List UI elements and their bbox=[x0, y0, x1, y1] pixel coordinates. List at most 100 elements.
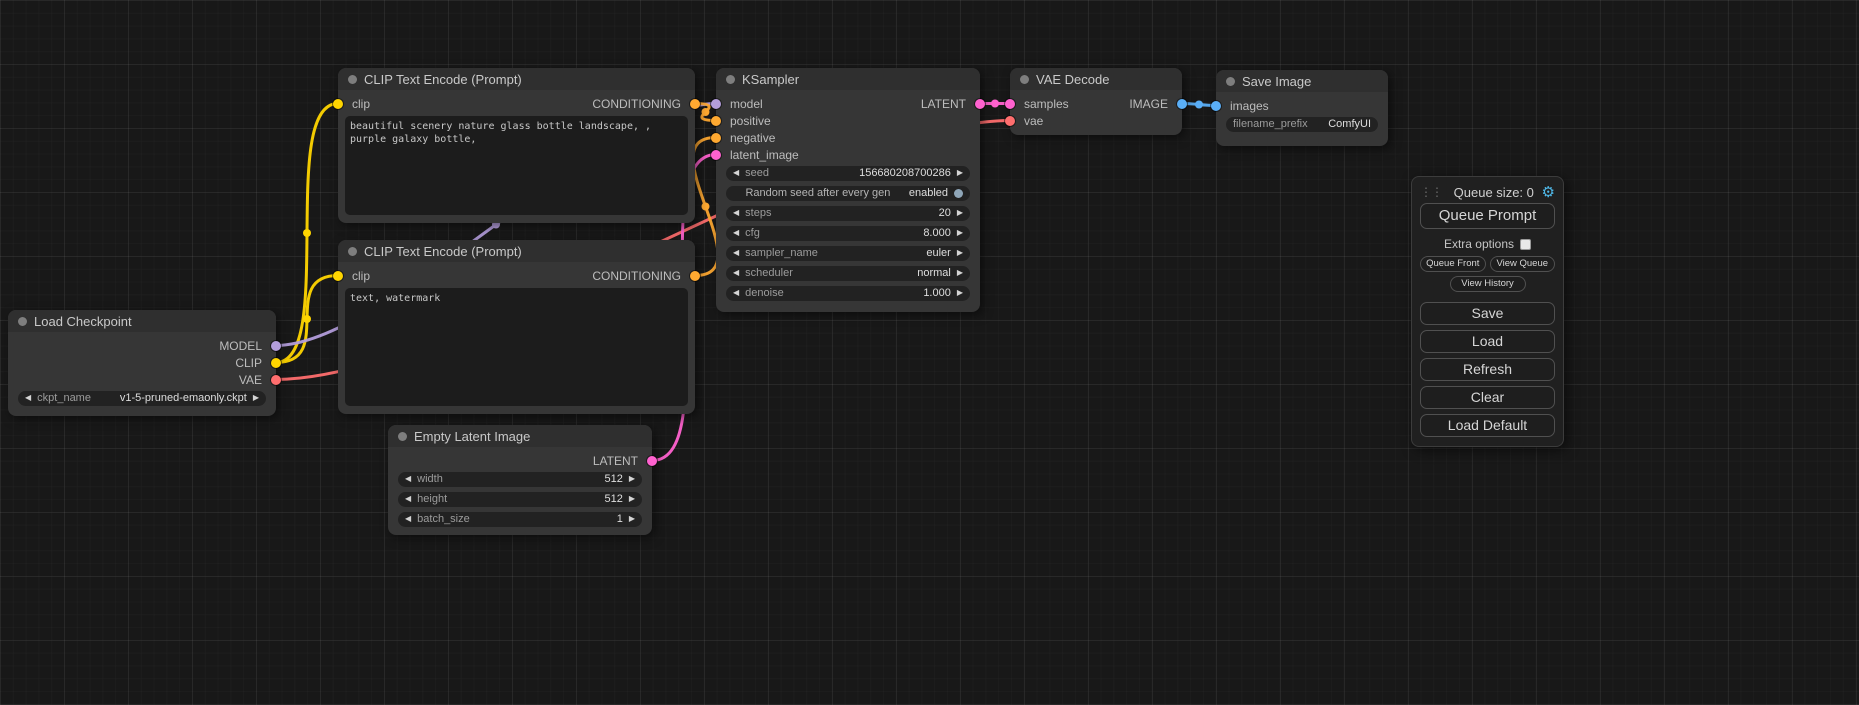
node-title-bar[interactable]: VAE Decode bbox=[1010, 68, 1182, 90]
increment-arrow[interactable]: ▶ bbox=[957, 209, 963, 217]
increment-arrow[interactable]: ▶ bbox=[957, 249, 963, 257]
decrement-arrow[interactable]: ◀ bbox=[733, 209, 739, 217]
output-label-vae: VAE bbox=[239, 373, 262, 387]
extra-options-checkbox[interactable] bbox=[1520, 239, 1531, 250]
input-port-samples[interactable] bbox=[1005, 99, 1015, 109]
widget-denoise[interactable]: ◀ denoise 1.000 ▶ bbox=[726, 286, 970, 301]
widget-value: enabled bbox=[909, 187, 948, 199]
node-title-bar[interactable]: CLIP Text Encode (Prompt) bbox=[338, 68, 695, 90]
widget-sampler-name[interactable]: ◀ sampler_name euler ▶ bbox=[726, 246, 970, 261]
output-port-latent[interactable] bbox=[647, 456, 657, 466]
node-title-bar[interactable]: Save Image bbox=[1216, 70, 1388, 92]
decrement-arrow[interactable]: ◀ bbox=[733, 249, 739, 257]
output-label-latent: LATENT bbox=[921, 97, 966, 111]
output-port-latent[interactable] bbox=[975, 99, 985, 109]
decrement-arrow[interactable]: ◀ bbox=[405, 515, 411, 523]
decrement-arrow[interactable]: ◀ bbox=[733, 289, 739, 297]
input-port-clip[interactable] bbox=[333, 99, 343, 109]
decrement-arrow[interactable]: ◀ bbox=[405, 475, 411, 483]
output-port-conditioning[interactable] bbox=[690, 271, 700, 281]
node-title: CLIP Text Encode (Prompt) bbox=[364, 72, 522, 87]
prompt-textarea[interactable]: beautiful scenery nature glass bottle la… bbox=[345, 116, 688, 215]
node-title-bar[interactable]: KSampler bbox=[716, 68, 980, 90]
input-port-negative[interactable] bbox=[711, 133, 721, 143]
prompt-textarea[interactable]: text, watermark bbox=[345, 288, 688, 406]
input-port-clip[interactable] bbox=[333, 271, 343, 281]
decrement-arrow[interactable]: ◀ bbox=[733, 229, 739, 237]
node-ksampler[interactable]: KSampler model LATENT positive negative … bbox=[716, 68, 980, 312]
refresh-button[interactable]: Refresh bbox=[1420, 358, 1555, 381]
decrement-arrow[interactable]: ◀ bbox=[733, 169, 739, 177]
collapse-dot[interactable] bbox=[348, 75, 357, 84]
input-port-model[interactable] bbox=[711, 99, 721, 109]
increment-arrow[interactable]: ▶ bbox=[253, 394, 259, 402]
collapse-dot[interactable] bbox=[398, 432, 407, 441]
view-queue-button[interactable]: View Queue bbox=[1490, 256, 1556, 272]
widget-seed[interactable]: ◀ seed 156680208700286 ▶ bbox=[726, 166, 970, 181]
decrement-arrow[interactable]: ◀ bbox=[405, 495, 411, 503]
view-history-button[interactable]: View History bbox=[1450, 276, 1526, 292]
increment-arrow[interactable]: ▶ bbox=[957, 289, 963, 297]
input-port-images[interactable] bbox=[1211, 101, 1221, 111]
clear-button[interactable]: Clear bbox=[1420, 386, 1555, 409]
widget-random-seed-toggle[interactable]: Random seed after every gen enabled bbox=[726, 186, 970, 201]
load-button[interactable]: Load bbox=[1420, 330, 1555, 353]
increment-arrow[interactable]: ▶ bbox=[629, 515, 635, 523]
widget-ckpt-name[interactable]: ◀ ckpt_name v1-5-pruned-emaonly.ckpt ▶ bbox=[18, 391, 266, 406]
increment-arrow[interactable]: ▶ bbox=[629, 475, 635, 483]
output-port-clip[interactable] bbox=[271, 358, 281, 368]
increment-arrow[interactable]: ▶ bbox=[957, 169, 963, 177]
input-port-vae[interactable] bbox=[1005, 116, 1015, 126]
input-port-positive[interactable] bbox=[711, 116, 721, 126]
node-clip-text-encode-negative[interactable]: CLIP Text Encode (Prompt) clip CONDITION… bbox=[338, 240, 695, 414]
node-title-bar[interactable]: Empty Latent Image bbox=[388, 425, 652, 447]
increment-arrow[interactable]: ▶ bbox=[957, 229, 963, 237]
output-label-model: MODEL bbox=[219, 339, 262, 353]
settings-gear-icon[interactable]: ⚙ bbox=[1542, 185, 1555, 200]
input-port-latent-image[interactable] bbox=[711, 150, 721, 160]
widget-filename-prefix[interactable]: filename_prefix ComfyUI bbox=[1226, 117, 1378, 132]
load-default-button[interactable]: Load Default bbox=[1420, 414, 1555, 437]
collapse-dot[interactable] bbox=[1226, 77, 1235, 86]
drag-handle-icon[interactable]: ⋮⋮ bbox=[1420, 185, 1442, 199]
increment-arrow[interactable]: ▶ bbox=[629, 495, 635, 503]
node-vae-decode[interactable]: VAE Decode samples IMAGE vae bbox=[1010, 68, 1182, 135]
save-button[interactable]: Save bbox=[1420, 302, 1555, 325]
widget-value: 1 bbox=[476, 513, 623, 525]
input-label-samples: samples bbox=[1024, 97, 1069, 111]
widget-width[interactable]: ◀ width 512 ▶ bbox=[398, 472, 642, 487]
decrement-arrow[interactable]: ◀ bbox=[733, 269, 739, 277]
input-label-clip: clip bbox=[352, 269, 370, 283]
increment-arrow[interactable]: ▶ bbox=[957, 269, 963, 277]
output-port-model[interactable] bbox=[271, 341, 281, 351]
widget-scheduler[interactable]: ◀ scheduler normal ▶ bbox=[726, 266, 970, 281]
link-midpoint-dot bbox=[702, 108, 710, 116]
collapse-dot[interactable] bbox=[18, 317, 27, 326]
collapse-dot[interactable] bbox=[726, 75, 735, 84]
link-midpoint-dot bbox=[303, 315, 311, 323]
output-port-conditioning[interactable] bbox=[690, 99, 700, 109]
node-save-image[interactable]: Save Image images filename_prefix ComfyU… bbox=[1216, 70, 1388, 146]
node-title: KSampler bbox=[742, 72, 799, 87]
node-empty-latent-image[interactable]: Empty Latent Image LATENT ◀ width 512 ▶ … bbox=[388, 425, 652, 535]
widget-value: 20 bbox=[777, 207, 950, 219]
widget-batch-size[interactable]: ◀ batch_size 1 ▶ bbox=[398, 512, 642, 527]
widget-steps[interactable]: ◀ steps 20 ▶ bbox=[726, 206, 970, 221]
node-graph-canvas[interactable]: Load Checkpoint MODEL CLIP VAE ◀ ckpt_na… bbox=[0, 0, 1859, 705]
queue-front-button[interactable]: Queue Front bbox=[1420, 256, 1486, 272]
node-title-bar[interactable]: CLIP Text Encode (Prompt) bbox=[338, 240, 695, 262]
node-load-checkpoint[interactable]: Load Checkpoint MODEL CLIP VAE ◀ ckpt_na… bbox=[8, 310, 276, 416]
node-clip-text-encode-positive[interactable]: CLIP Text Encode (Prompt) clip CONDITION… bbox=[338, 68, 695, 223]
port-row: images bbox=[1216, 97, 1388, 114]
toggle-knob[interactable] bbox=[954, 189, 963, 198]
collapse-dot[interactable] bbox=[348, 247, 357, 256]
output-port-vae[interactable] bbox=[271, 375, 281, 385]
decrement-arrow[interactable]: ◀ bbox=[25, 394, 31, 402]
queue-prompt-button[interactable]: Queue Prompt bbox=[1420, 203, 1555, 229]
output-port-image[interactable] bbox=[1177, 99, 1187, 109]
collapse-dot[interactable] bbox=[1020, 75, 1029, 84]
node-title-bar[interactable]: Load Checkpoint bbox=[8, 310, 276, 332]
widget-height[interactable]: ◀ height 512 ▶ bbox=[398, 492, 642, 507]
port-row: clip CONDITIONING bbox=[338, 267, 695, 284]
widget-cfg[interactable]: ◀ cfg 8.000 ▶ bbox=[726, 226, 970, 241]
